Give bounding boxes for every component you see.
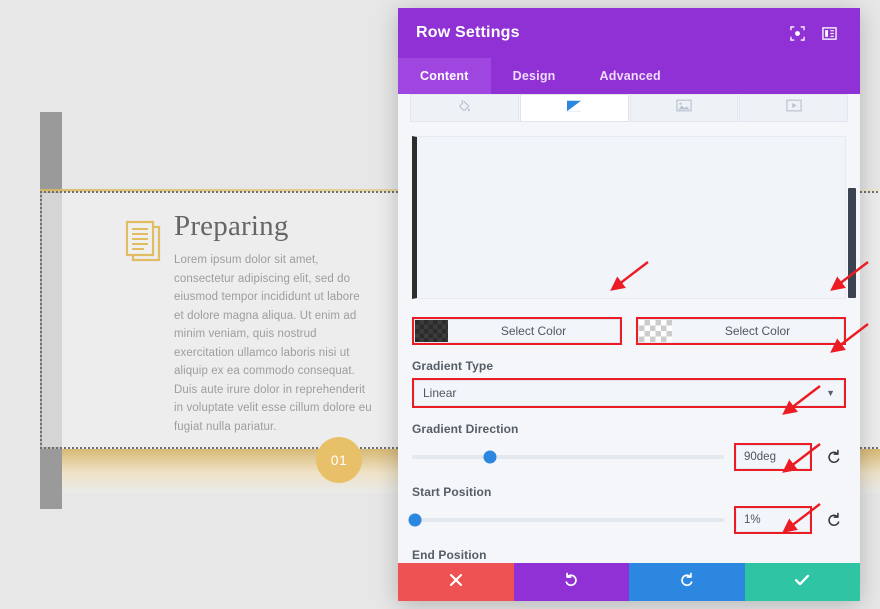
start-position-input-wrap <box>734 506 812 534</box>
gradient-type-label: Gradient Type <box>412 359 494 373</box>
tab-design[interactable]: Design <box>491 58 578 94</box>
gradient-icon <box>566 99 582 118</box>
layout-panel-icon[interactable] <box>816 20 842 46</box>
step-number-badge: 01 <box>316 437 362 483</box>
undo-button[interactable] <box>513 563 629 601</box>
redo-button[interactable] <box>629 563 745 601</box>
background-type-tabs <box>398 94 860 122</box>
content-title: Preparing <box>174 210 289 242</box>
undo-icon <box>563 572 579 593</box>
start-position-slider-thumb[interactable] <box>408 513 422 527</box>
tab-content[interactable]: Content <box>398 58 491 94</box>
focus-target-icon[interactable] <box>784 20 810 46</box>
gradient-color-right-field[interactable]: Select Color <box>636 317 846 345</box>
gradient-color-right-label[interactable]: Select Color <box>672 320 843 342</box>
check-icon <box>794 573 810 592</box>
modal-header: Row Settings <box>398 8 860 58</box>
gradient-type-select-wrap: Linear ▼ <box>412 378 846 408</box>
modal-title: Row Settings <box>416 24 520 41</box>
gradient-fields: Select Color Select Color Gradient Type … <box>398 317 860 563</box>
gradient-color-left-label[interactable]: Select Color <box>448 320 619 342</box>
tab-advanced[interactable]: Advanced <box>578 58 683 94</box>
paint-bucket-icon <box>457 99 471 118</box>
content-body-text: Lorem ipsum dolor sit amet, consectetur … <box>174 254 372 433</box>
start-position-row <box>408 506 846 534</box>
cancel-button[interactable] <box>398 563 514 601</box>
cross-icon <box>449 573 463 592</box>
start-position-slider[interactable] <box>408 513 724 527</box>
gradient-direction-row <box>412 443 846 471</box>
gradient-preview <box>412 136 846 299</box>
gradient-color-row: Select Color Select Color <box>412 317 846 345</box>
modal-tab-bar: Content Design Advanced <box>398 58 860 94</box>
gradient-direction-reset-button[interactable] <box>822 449 846 465</box>
gradient-direction-slider[interactable] <box>412 450 724 464</box>
gradient-color-right-swatch[interactable] <box>639 320 672 342</box>
image-icon <box>676 99 692 117</box>
row-settings-modal: Row Settings Content Design Advanced Sel… <box>398 8 860 601</box>
gradient-type-select[interactable]: Linear ▼ <box>414 380 844 406</box>
bg-type-video-tab[interactable] <box>739 94 848 122</box>
chevron-down-icon: ▼ <box>826 388 835 398</box>
documents-stack-icon <box>122 218 166 266</box>
gradient-direction-slider-thumb[interactable] <box>483 450 497 464</box>
video-icon <box>785 99 802 117</box>
gradient-color-left-field[interactable]: Select Color <box>412 317 622 345</box>
section-side-band-bottom <box>40 449 62 509</box>
gradient-color-left-swatch[interactable] <box>415 320 448 342</box>
bg-type-image-tab[interactable] <box>629 94 739 122</box>
modal-scrollbar[interactable] <box>848 94 858 563</box>
start-position-reset-button[interactable] <box>822 512 846 528</box>
gradient-direction-input[interactable] <box>736 445 810 469</box>
start-position-label: Start Position <box>412 485 492 499</box>
gradient-direction-input-wrap <box>734 443 812 471</box>
gradient-type-value: Linear <box>423 386 457 400</box>
save-button[interactable] <box>744 563 860 601</box>
redo-icon <box>679 572 695 593</box>
modal-footer <box>398 563 860 601</box>
modal-scrollbar-thumb[interactable] <box>848 188 856 298</box>
bg-type-color-tab[interactable] <box>410 94 519 122</box>
end-position-label: End Position <box>412 548 487 562</box>
start-position-input[interactable] <box>736 508 810 532</box>
gradient-direction-label: Gradient Direction <box>412 422 519 436</box>
content-block: Preparing Lorem ipsum dolor sit amet, co… <box>122 212 372 436</box>
modal-scroll-area: Select Color Select Color Gradient Type … <box>398 94 860 563</box>
gradient-preview-wrap <box>412 136 846 299</box>
bg-type-gradient-tab[interactable] <box>519 94 629 122</box>
